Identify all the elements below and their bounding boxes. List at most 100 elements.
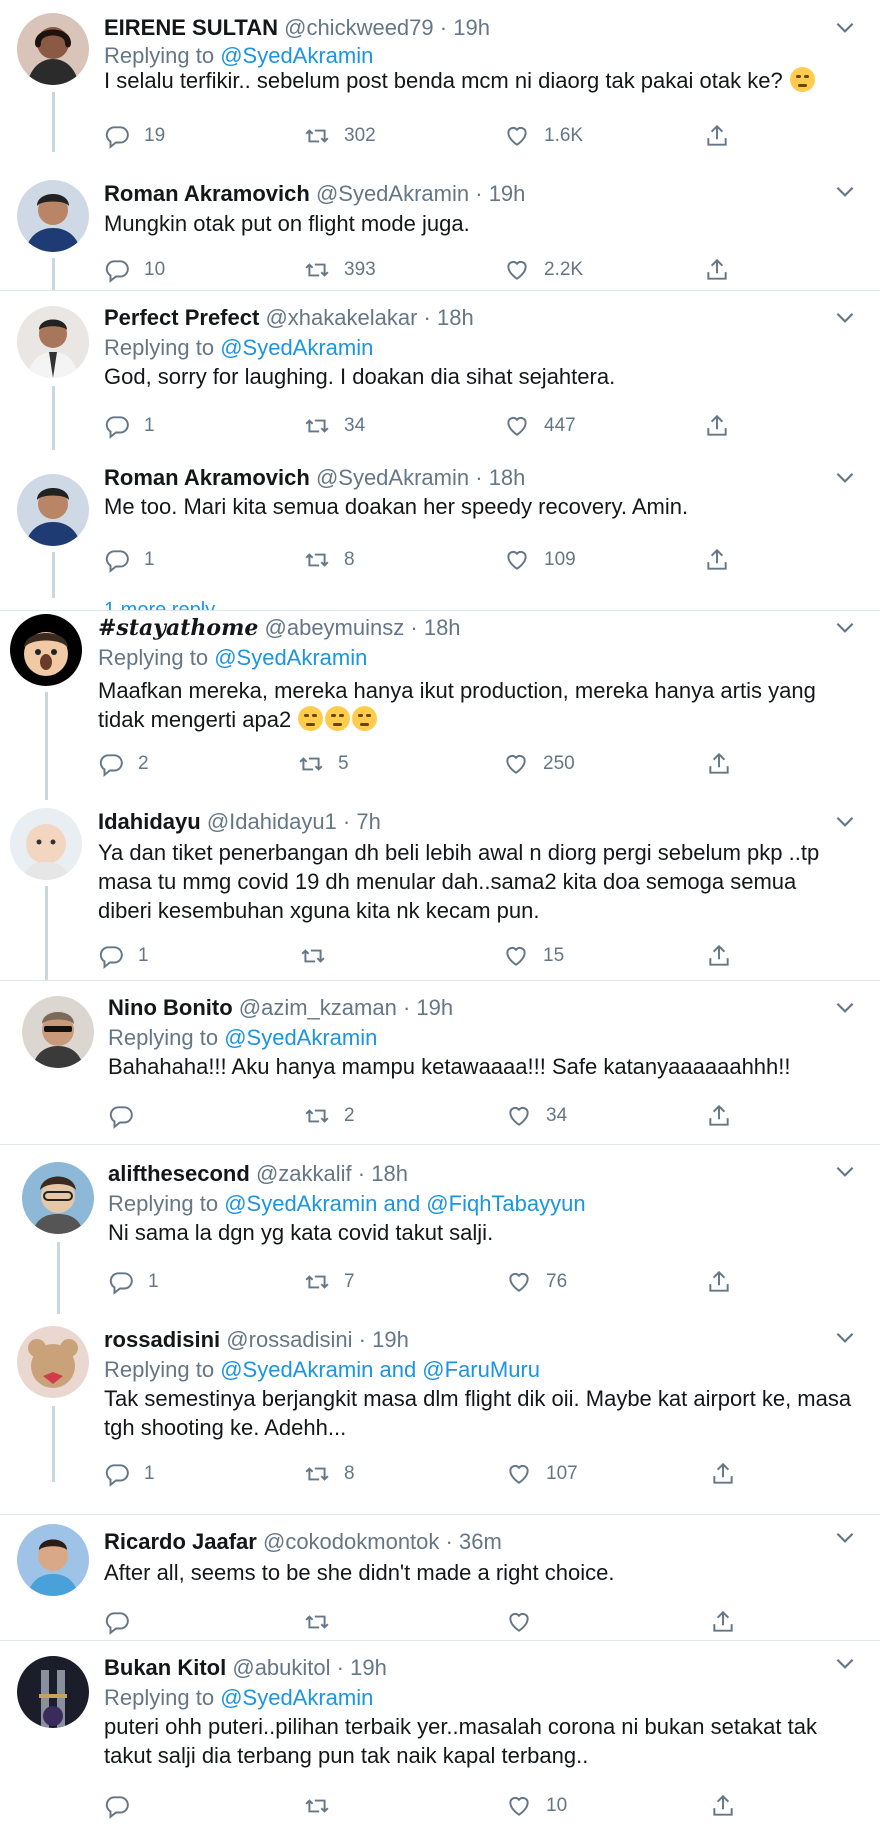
- like-button[interactable]: 447: [504, 412, 576, 440]
- share-button[interactable]: [710, 1608, 750, 1636]
- chevron-down-icon[interactable]: [832, 808, 858, 834]
- like-button[interactable]: 15: [503, 942, 564, 970]
- share-button[interactable]: [710, 1460, 750, 1488]
- avatar[interactable]: [17, 180, 89, 252]
- timestamp[interactable]: 19h: [416, 995, 453, 1020]
- display-name[interactable]: Roman Akramovich: [104, 181, 310, 206]
- timestamp[interactable]: 19h: [372, 1327, 409, 1352]
- timestamp[interactable]: 19h: [489, 181, 526, 206]
- retweet-button[interactable]: 7: [304, 1268, 355, 1296]
- user-handle[interactable]: @SyedAkramin: [316, 181, 469, 206]
- chevron-down-icon[interactable]: [832, 994, 858, 1020]
- avatar[interactable]: [17, 474, 89, 546]
- avatar[interactable]: [10, 808, 82, 880]
- mention-link[interactable]: @SyedAkramin and @FiqhTabayyun: [224, 1191, 585, 1216]
- avatar[interactable]: [17, 1326, 89, 1398]
- chevron-down-icon[interactable]: [832, 464, 858, 490]
- display-name[interactable]: Idahidayu: [98, 809, 201, 834]
- retweet-button[interactable]: 8: [304, 1460, 355, 1488]
- reply-button[interactable]: [104, 1792, 144, 1820]
- avatar[interactable]: [17, 13, 89, 85]
- timestamp[interactable]: 18h: [371, 1161, 408, 1186]
- like-button[interactable]: 34: [506, 1102, 567, 1130]
- user-handle[interactable]: @cokodokmontok: [263, 1529, 439, 1554]
- retweet-button[interactable]: [304, 1608, 344, 1636]
- mention-link[interactable]: @SyedAkramin: [220, 335, 373, 360]
- retweet-button[interactable]: [304, 1792, 344, 1820]
- timestamp[interactable]: 19h: [350, 1655, 387, 1680]
- share-button[interactable]: [704, 546, 744, 574]
- display-name[interactable]: Bukan Kitol: [104, 1655, 226, 1680]
- share-button[interactable]: [706, 1102, 746, 1130]
- timestamp[interactable]: 36m: [459, 1529, 502, 1554]
- chevron-down-icon[interactable]: [832, 1650, 858, 1676]
- retweet-button[interactable]: 34: [304, 412, 365, 440]
- share-button[interactable]: [706, 942, 746, 970]
- share-button[interactable]: [704, 412, 744, 440]
- display-name[interactable]: alifthesecond: [108, 1161, 250, 1186]
- timestamp[interactable]: 18h: [437, 305, 474, 330]
- retweet-button[interactable]: 393: [304, 256, 376, 284]
- reply-button[interactable]: 1: [104, 412, 155, 440]
- like-button[interactable]: 109: [504, 546, 576, 574]
- more-replies-link[interactable]: 1 more reply: [104, 598, 215, 610]
- chevron-down-icon[interactable]: [832, 1524, 858, 1550]
- tweet[interactable]: Perfect Prefect @xhakakelakar · 18h Repl…: [0, 290, 880, 450]
- display-name[interactable]: #stayathome: [98, 615, 258, 641]
- retweet-button[interactable]: 5: [298, 750, 349, 778]
- reply-button[interactable]: 10: [104, 256, 165, 284]
- avatar[interactable]: [22, 996, 94, 1068]
- like-button[interactable]: 10: [506, 1792, 567, 1820]
- like-button[interactable]: [506, 1608, 546, 1636]
- avatar[interactable]: [17, 306, 89, 378]
- user-handle[interactable]: @abeymuinsz: [265, 615, 405, 640]
- chevron-down-icon[interactable]: [832, 1158, 858, 1184]
- share-button[interactable]: [706, 1268, 746, 1296]
- display-name[interactable]: rossadisini: [104, 1327, 220, 1352]
- reply-button[interactable]: 2: [98, 750, 149, 778]
- timestamp[interactable]: 19h: [453, 15, 490, 40]
- display-name[interactable]: Nino Bonito: [108, 995, 233, 1020]
- reply-button[interactable]: 1: [104, 1460, 155, 1488]
- user-handle[interactable]: @chickweed79: [284, 15, 434, 40]
- chevron-down-icon[interactable]: [832, 614, 858, 640]
- chevron-down-icon[interactable]: [832, 178, 858, 204]
- share-button[interactable]: [710, 1792, 750, 1820]
- share-button[interactable]: [704, 256, 744, 284]
- tweet[interactable]: EIRENE SULTAN @chickweed79 · 19h Replyin…: [0, 0, 880, 149]
- tweet[interactable]: Ricardo Jaafar @cokodokmontok · 36m Afte…: [0, 1514, 880, 1641]
- mention-link[interactable]: @SyedAkramin: [220, 43, 373, 68]
- tweet[interactable]: alifthesecond @zakkalif · 18h Replying t…: [0, 1144, 880, 1314]
- like-button[interactable]: 107: [506, 1460, 578, 1488]
- avatar[interactable]: [22, 1162, 94, 1234]
- timestamp[interactable]: 18h: [424, 615, 461, 640]
- user-handle[interactable]: @abukitol: [232, 1655, 330, 1680]
- mention-link[interactable]: @SyedAkramin: [220, 1685, 373, 1710]
- tweet[interactable]: Bukan Kitol @abukitol · 19h Replying to …: [0, 1640, 880, 1834]
- retweet-button[interactable]: 8: [304, 546, 355, 574]
- reply-button[interactable]: 1: [108, 1268, 159, 1296]
- user-handle[interactable]: @Idahidayu1: [207, 809, 337, 834]
- mention-link[interactable]: @SyedAkramin and @FaruMuru: [220, 1357, 540, 1382]
- like-button[interactable]: 250: [503, 750, 575, 778]
- display-name[interactable]: EIRENE SULTAN: [104, 15, 278, 40]
- display-name[interactable]: Roman Akramovich: [104, 465, 310, 490]
- avatar[interactable]: [10, 614, 82, 686]
- like-button[interactable]: 2.2K: [504, 256, 583, 284]
- tweet[interactable]: #stayathome @abeymuinsz · 18h Replying t…: [0, 610, 880, 800]
- reply-button[interactable]: 1: [98, 942, 149, 970]
- tweet[interactable]: Idahidayu @Idahidayu1 · 7h Ya dan tiket …: [0, 800, 880, 981]
- share-button[interactable]: [706, 750, 746, 778]
- mention-link[interactable]: @SyedAkramin: [214, 645, 367, 670]
- user-handle[interactable]: @zakkalif: [256, 1161, 352, 1186]
- reply-button[interactable]: 1: [104, 546, 155, 574]
- user-handle[interactable]: @rossadisini: [226, 1327, 352, 1352]
- user-handle[interactable]: @azim_kzaman: [239, 995, 397, 1020]
- avatar[interactable]: [17, 1656, 89, 1728]
- display-name[interactable]: Ricardo Jaafar: [104, 1529, 257, 1554]
- tweet[interactable]: rossadisini @rossadisini · 19h Replying …: [0, 1314, 880, 1515]
- chevron-down-icon[interactable]: [832, 304, 858, 330]
- tweet[interactable]: Nino Bonito @azim_kzaman · 19h Replying …: [0, 980, 880, 1145]
- user-handle[interactable]: @SyedAkramin: [316, 465, 469, 490]
- timestamp[interactable]: 18h: [489, 465, 526, 490]
